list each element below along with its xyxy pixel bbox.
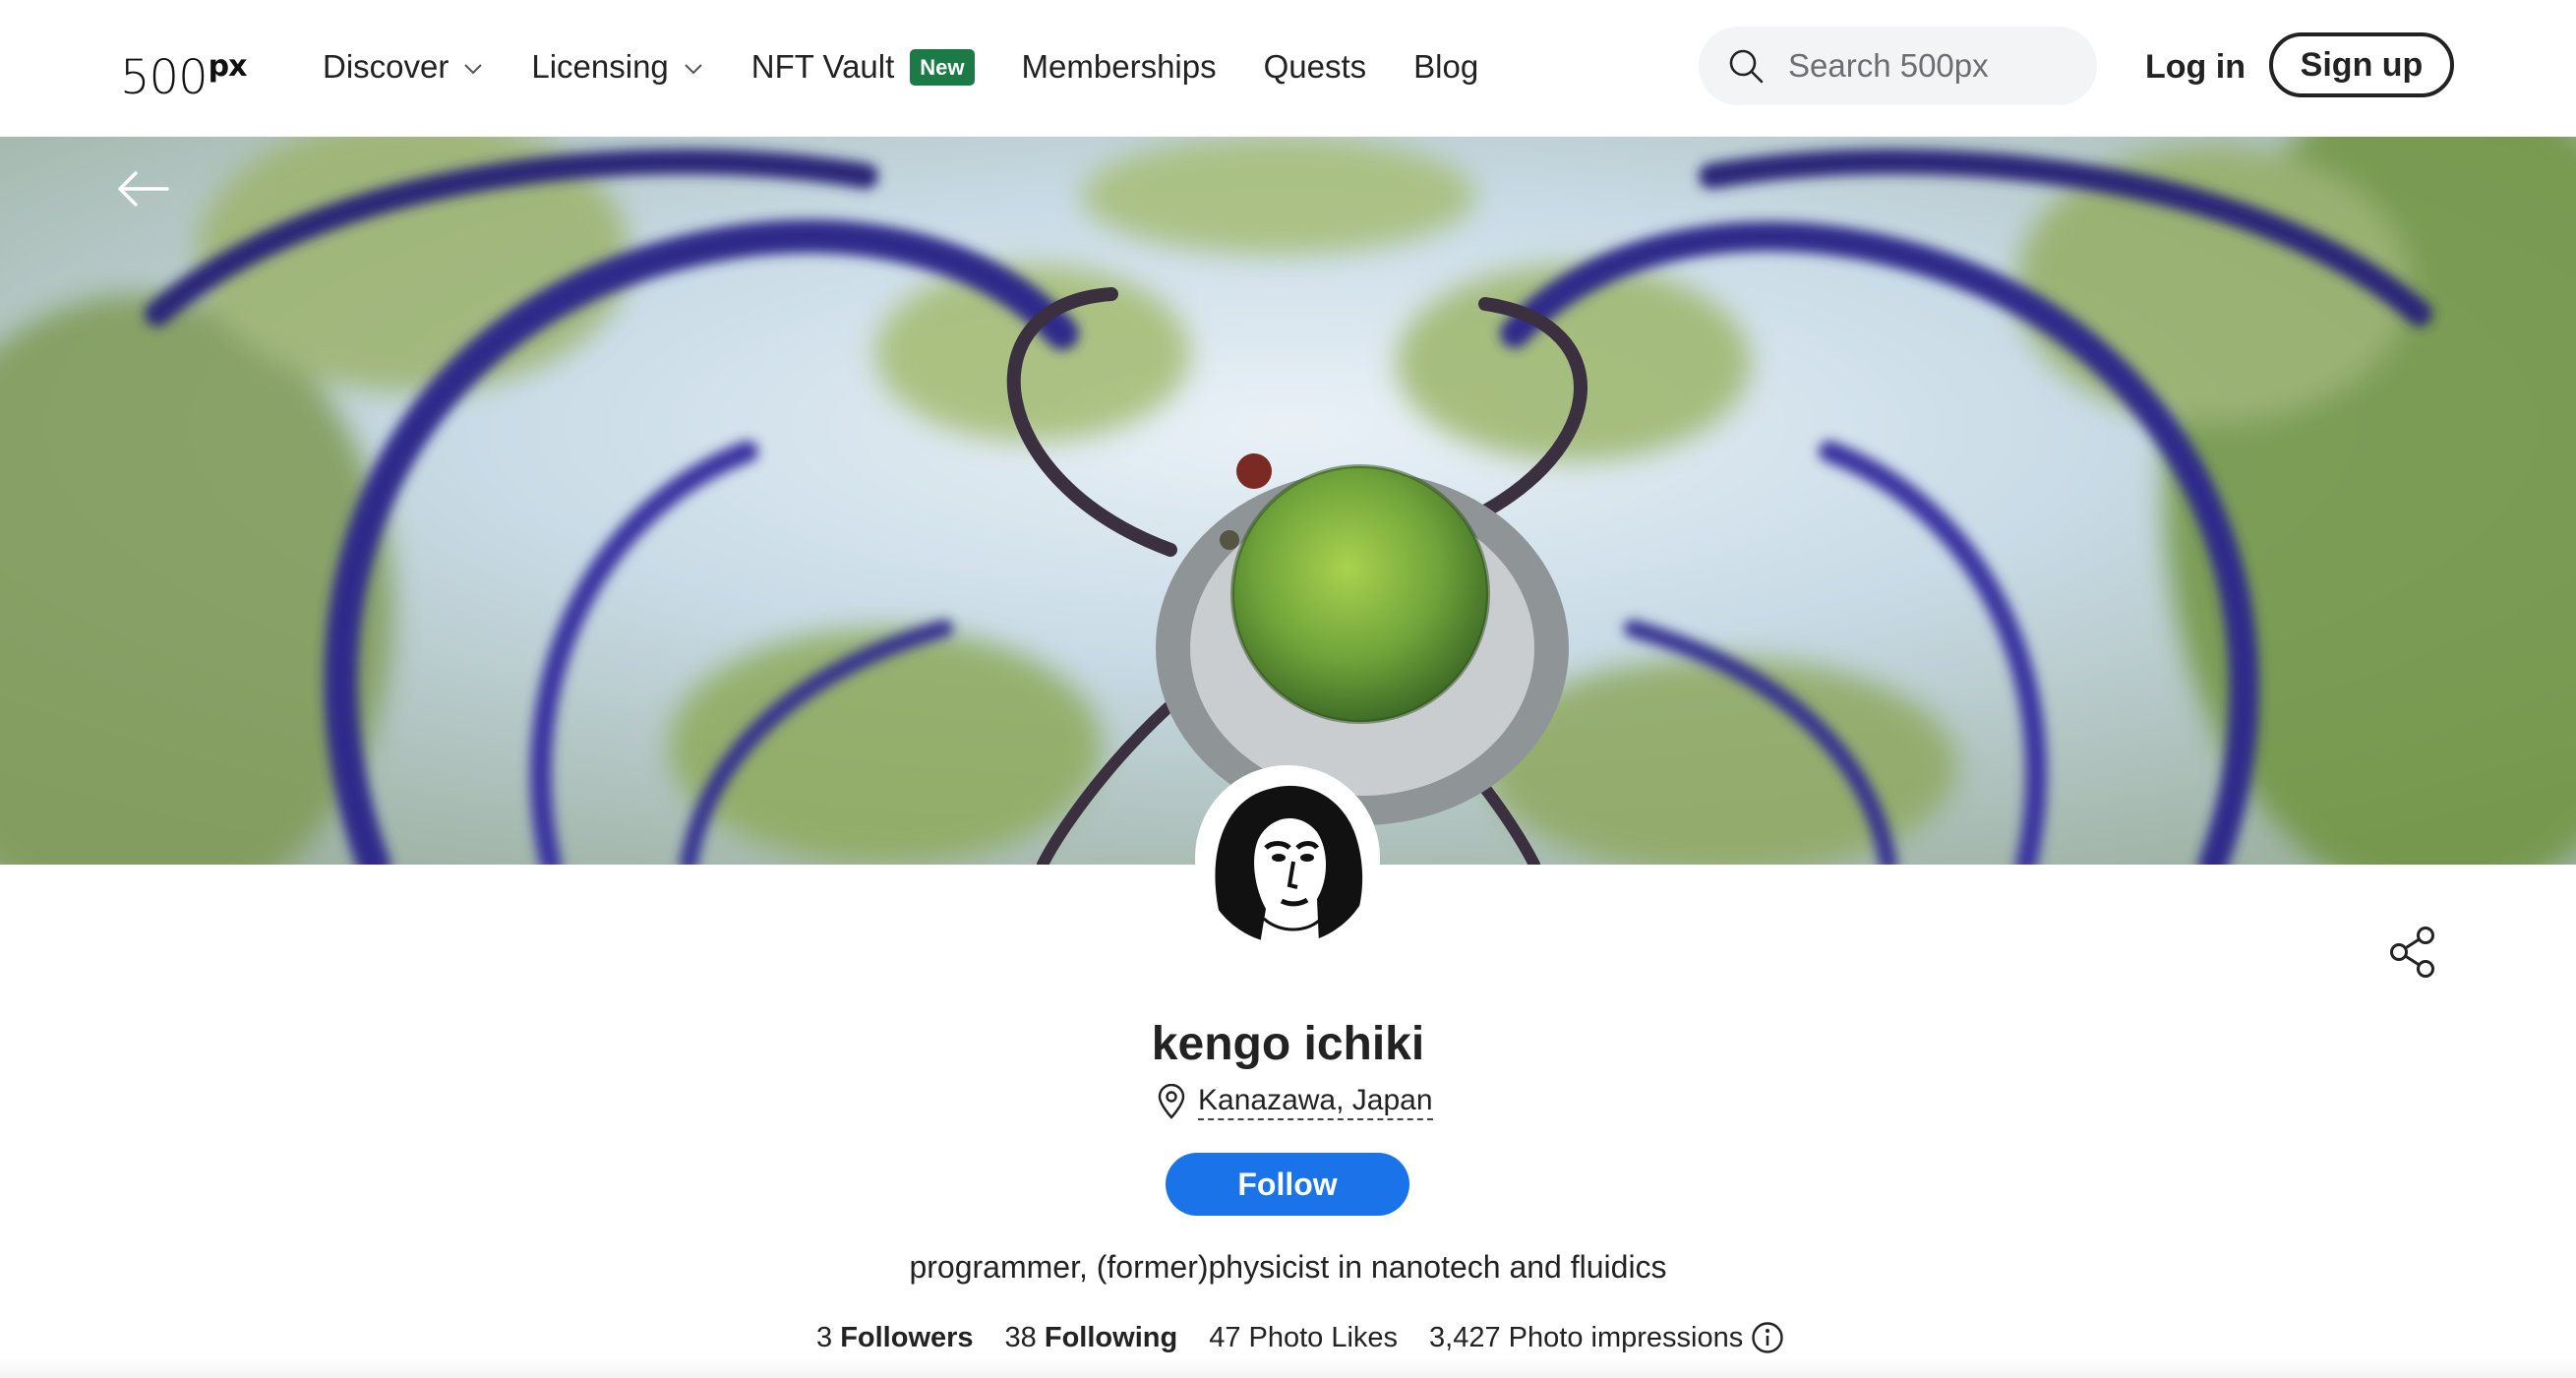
nav-blog-label: Blog — [1413, 48, 1479, 85]
followers-count: 3 — [816, 1322, 841, 1353]
follow-button[interactable]: Follow — [1166, 1153, 1409, 1216]
nav-licensing-label: Licensing — [531, 48, 669, 85]
nav-memberships[interactable]: Memberships — [1022, 48, 1217, 86]
photo-likes-stat: 47 Photo Likes — [1209, 1322, 1399, 1353]
avatar — [1195, 765, 1380, 950]
chevron-down-icon — [685, 64, 702, 75]
cover-photo — [0, 137, 2576, 865]
search-icon — [1729, 49, 1764, 84]
location-link[interactable]: Kanazawa, Japan — [1198, 1083, 1433, 1120]
nav-blog[interactable]: Blog — [1413, 48, 1478, 86]
search-input[interactable] — [1786, 46, 2081, 86]
top-navigation-bar: 500px Discover Licensing NFT Vault New M… — [0, 0, 2576, 137]
login-link[interactable]: Log in — [2145, 43, 2246, 90]
followers-label: Followers — [840, 1322, 974, 1353]
profile-location[interactable]: Kanazawa, Japan — [1157, 1080, 1433, 1123]
profile-name: kengo ichiki — [1151, 1018, 1425, 1070]
followers-stat[interactable]: 3 Followers — [816, 1316, 974, 1359]
nav-licensing[interactable]: Licensing — [531, 48, 703, 86]
search-box[interactable] — [1699, 27, 2097, 105]
nav-nft-vault-label: NFT Vault — [750, 48, 895, 85]
following-count: 38 — [1004, 1322, 1045, 1353]
new-badge: New — [910, 48, 975, 86]
profile-bio: programmer, (former)physicist in nanotec… — [909, 1249, 1667, 1285]
following-stat[interactable]: 38 Following — [1005, 1316, 1178, 1359]
nav-quests[interactable]: Quests — [1264, 48, 1367, 86]
500px-logo[interactable]: 500px — [120, 37, 247, 107]
nav-discover-label: Discover — [323, 48, 449, 85]
location-pin-icon — [1158, 1084, 1185, 1119]
info-icon[interactable] — [1751, 1321, 1784, 1354]
main-nav: Discover Licensing NFT Vault New Members… — [323, 43, 1526, 90]
cover-photo-image — [0, 137, 2576, 865]
nav-nft-vault[interactable]: NFT Vault New — [751, 48, 975, 86]
profile-stats: 3 Followers 38 Following 47 Photo Likes … — [816, 1316, 1784, 1359]
signup-button[interactable]: Sign up — [2269, 32, 2454, 97]
nav-discover[interactable]: Discover — [323, 48, 484, 86]
nav-quests-label: Quests — [1263, 48, 1367, 85]
photo-impressions-stat: 3,427 Photo impressions — [1429, 1322, 1744, 1353]
share-icon[interactable] — [2388, 925, 2439, 980]
page-bottom-fade — [0, 1357, 2576, 1378]
following-label: Following — [1044, 1322, 1178, 1353]
chevron-down-icon — [464, 64, 483, 75]
avatar-image — [1201, 771, 1374, 944]
arrow-left-icon[interactable] — [116, 169, 171, 209]
nav-memberships-label: Memberships — [1021, 48, 1217, 85]
